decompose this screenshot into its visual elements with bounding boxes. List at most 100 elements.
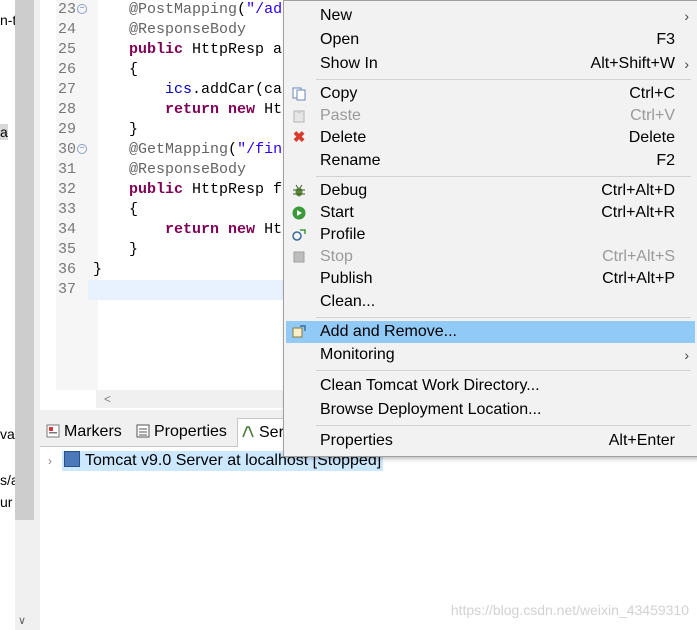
code-token: { bbox=[93, 61, 139, 78]
menu-item-open[interactable]: Open F3 bbox=[286, 29, 695, 51]
explorer-item-fragment[interactable]: a bbox=[0, 124, 8, 140]
menu-item-properties[interactable]: Properties Alt+Enter bbox=[286, 430, 695, 452]
menu-label: Browse Deployment Location... bbox=[320, 401, 542, 418]
line-number: 37 bbox=[57, 281, 76, 298]
menu-item-add-and-remove[interactable]: Add and Remove... bbox=[286, 321, 695, 343]
menu-shortcut: F3 bbox=[656, 31, 675, 48]
line-number: 25 bbox=[57, 41, 76, 58]
menu-shortcut: Ctrl+Alt+R bbox=[601, 204, 675, 221]
menu-label: Properties bbox=[320, 432, 393, 449]
tab-properties-label: Properties bbox=[154, 423, 227, 440]
code-token: new bbox=[228, 221, 256, 238]
menu-label: Clean Tomcat Work Directory... bbox=[320, 377, 540, 394]
menu-label: Rename bbox=[320, 152, 381, 169]
code-token: } bbox=[93, 261, 103, 278]
menu-label: Monitoring bbox=[320, 346, 395, 363]
scroll-left-icon[interactable]: < bbox=[104, 390, 111, 408]
code-token: ics bbox=[165, 81, 193, 98]
explorer-item-fragment[interactable]: ur bbox=[0, 494, 12, 510]
code-text: ics.addCar(car bbox=[93, 80, 291, 100]
menu-shortcut: Ctrl+C bbox=[629, 85, 675, 102]
menu-item-delete[interactable]: ✖ Delete Delete bbox=[286, 127, 695, 149]
code-text: @PostMapping("/add bbox=[93, 0, 291, 20]
menu-separator bbox=[316, 176, 691, 177]
line-number: 29 bbox=[57, 121, 76, 138]
profile-icon bbox=[292, 228, 306, 242]
code-text: @ResponseBody bbox=[93, 20, 246, 40]
fold-toggle-icon[interactable]: − bbox=[77, 4, 87, 14]
tab-servers-label: Ser bbox=[259, 424, 284, 441]
code-text: @ResponseBody bbox=[93, 160, 246, 180]
code-token: { bbox=[93, 201, 139, 218]
code-token: return bbox=[165, 221, 220, 238]
line-number: 27 bbox=[57, 81, 76, 98]
scroll-down-icon[interactable]: ∨ bbox=[18, 614, 26, 627]
menu-separator bbox=[316, 370, 691, 371]
explorer-item-fragment[interactable]: n-t bbox=[0, 12, 16, 28]
code-token: return bbox=[165, 101, 220, 118]
line-number: 36 bbox=[57, 261, 76, 278]
menu-item-browse-deployment-location[interactable]: Browse Deployment Location... bbox=[286, 399, 695, 421]
menu-label: Add and Remove... bbox=[320, 323, 457, 340]
menu-label: Start bbox=[320, 204, 354, 221]
menu-item-profile[interactable]: Profile bbox=[286, 224, 695, 246]
servers-icon bbox=[241, 421, 255, 438]
menu-item-clean[interactable]: Clean... bbox=[286, 291, 695, 313]
menu-shortcut: Ctrl+V bbox=[630, 107, 675, 124]
menu-label: Clean... bbox=[320, 293, 376, 310]
menu-item-stop[interactable]: Stop Ctrl+Alt+S bbox=[286, 246, 695, 268]
code-token: .addCar(car bbox=[192, 81, 292, 98]
code-token: ( bbox=[237, 1, 247, 18]
menu-shortcut: Alt+Enter bbox=[608, 432, 675, 449]
menu-item-paste[interactable]: Paste Ctrl+V bbox=[286, 105, 695, 127]
code-text: return new Htt bbox=[93, 220, 291, 240]
tomcat-server-icon bbox=[64, 451, 80, 467]
menu-label: New bbox=[320, 7, 353, 24]
stop-icon bbox=[292, 250, 306, 264]
code-token: public bbox=[129, 181, 184, 198]
code-text: public HttpResp fi bbox=[93, 180, 291, 200]
code-token: HttpResp ad bbox=[183, 41, 292, 58]
menu-label: Open bbox=[320, 31, 360, 48]
code-token: @ResponseBody bbox=[129, 161, 247, 178]
code-token: } bbox=[93, 121, 139, 138]
menu-label: Debug bbox=[320, 182, 368, 199]
menu-item-debug[interactable]: Debug Ctrl+Alt+D bbox=[286, 180, 695, 202]
context-menu: New › Open F3 Show In Alt+Shift+W › Copy… bbox=[283, 0, 697, 457]
menu-shortcut: Ctrl+Alt+P bbox=[602, 270, 675, 287]
code-token: @PostMapping bbox=[129, 1, 238, 18]
explorer-item-fragment[interactable]: va bbox=[0, 426, 15, 442]
menu-item-show-in[interactable]: Show In Alt+Shift+W › bbox=[286, 53, 695, 75]
menu-separator bbox=[316, 425, 691, 426]
copy-icon bbox=[292, 87, 306, 101]
code-text: } bbox=[93, 260, 102, 280]
menu-item-monitoring[interactable]: Monitoring › bbox=[286, 344, 695, 366]
menu-label: Paste bbox=[320, 107, 361, 124]
explorer-scrollbar-thumb[interactable] bbox=[15, 0, 34, 520]
code-token: new bbox=[228, 101, 256, 118]
tab-properties[interactable]: Properties bbox=[136, 418, 227, 446]
line-number: 30 bbox=[57, 141, 76, 158]
menu-separator bbox=[316, 79, 691, 80]
menu-item-clean-tomcat-work-directory[interactable]: Clean Tomcat Work Directory... bbox=[286, 375, 695, 397]
menu-item-copy[interactable]: Copy Ctrl+C bbox=[286, 83, 695, 105]
menu-label: Profile bbox=[320, 226, 366, 243]
menu-item-rename[interactable]: Rename F2 bbox=[286, 150, 695, 172]
menu-item-new[interactable]: New › bbox=[286, 5, 695, 27]
code-text: @GetMapping("/find bbox=[93, 140, 291, 160]
menu-item-publish[interactable]: Publish Ctrl+Alt+P bbox=[286, 268, 695, 290]
menu-item-start[interactable]: Start Ctrl+Alt+R bbox=[286, 202, 695, 224]
expand-chevron-icon[interactable]: › bbox=[48, 451, 62, 471]
fold-toggle-icon[interactable]: − bbox=[77, 144, 87, 154]
tab-markers[interactable]: Markers bbox=[46, 418, 122, 446]
tab-markers-label: Markers bbox=[64, 423, 122, 440]
code-token: ( bbox=[228, 141, 238, 158]
